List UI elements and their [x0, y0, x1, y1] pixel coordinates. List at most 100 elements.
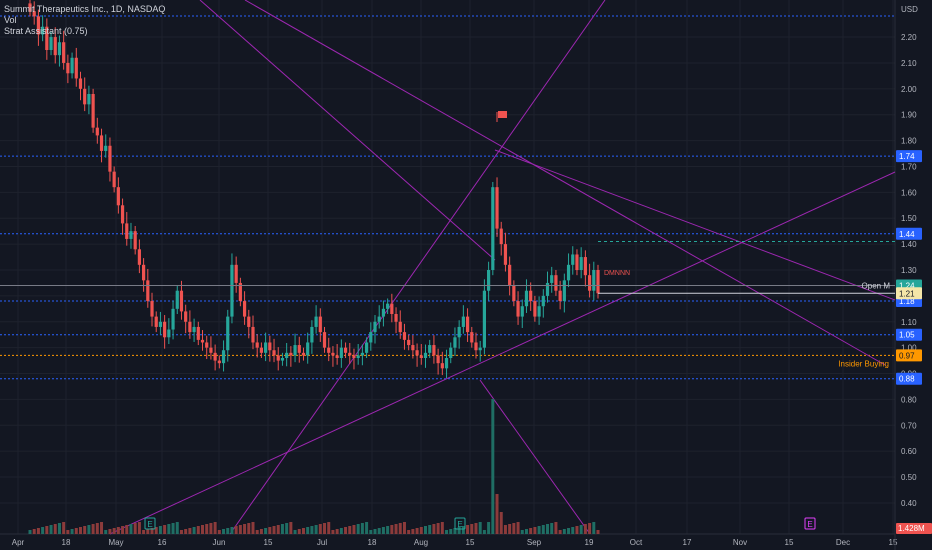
candle-body	[390, 303, 394, 314]
volume-bar	[583, 524, 587, 534]
candle-body	[230, 264, 234, 317]
volume-bar	[268, 527, 272, 534]
volume-bar	[70, 529, 74, 534]
volume-bar	[436, 523, 440, 534]
level-tag: 0.97	[899, 351, 915, 360]
candle-body	[482, 290, 486, 348]
x-tick-label: 16	[158, 538, 167, 547]
y-tick-label: 1.60	[901, 188, 917, 197]
candle-body	[562, 280, 566, 302]
volume-bar	[386, 526, 390, 534]
volume-bar	[297, 529, 301, 534]
volume-bar	[259, 529, 263, 534]
candle-body	[314, 316, 318, 327]
candle-body	[112, 171, 116, 188]
candle-body	[373, 321, 377, 333]
candle-body	[146, 280, 150, 302]
volume-bar	[272, 526, 276, 534]
volume-bar	[163, 525, 167, 534]
candle-body	[104, 145, 108, 151]
candle-body	[432, 345, 436, 356]
candle-body	[423, 352, 428, 358]
candle-body	[444, 358, 449, 369]
volume-bar	[423, 526, 427, 534]
candle-body	[116, 187, 120, 206]
volume-bar	[104, 530, 108, 534]
candle-body	[436, 355, 440, 364]
candle-body	[268, 342, 272, 351]
volume-bar	[373, 529, 377, 534]
volume-bar	[62, 522, 66, 534]
x-tick-label: 18	[62, 538, 71, 547]
volume-bar	[238, 525, 242, 534]
candle-body	[150, 301, 154, 317]
candle-body	[158, 321, 163, 327]
x-tick-label: 15	[785, 538, 794, 547]
symbol-title[interactable]: Summit Therapeutics Inc., 1D, NASDAQ	[4, 4, 165, 15]
candle-body	[57, 42, 62, 56]
volume-bar	[487, 522, 491, 534]
volume-bar	[314, 525, 318, 534]
volume-bar	[449, 529, 453, 534]
candle-body	[579, 257, 583, 270]
y-tick-label: 1.50	[901, 214, 917, 223]
candle-body	[499, 228, 503, 245]
candle-body	[352, 355, 356, 358]
candle-body	[533, 301, 537, 317]
candle-body	[331, 352, 335, 356]
candle-body	[495, 187, 499, 229]
volume-legend[interactable]: Vol	[4, 15, 165, 26]
candle-body	[407, 339, 411, 346]
volume-bar	[45, 526, 49, 534]
volume-bar	[318, 524, 322, 534]
candle-body	[453, 337, 457, 348]
x-tick-label: Nov	[733, 538, 747, 547]
candle-body	[154, 316, 158, 327]
price-chart[interactable]: 2.20 2.10 2.00 1.90 1.80 1.70 1.60 1.50 1.40 1.30…	[0, 0, 932, 550]
volume-bar	[293, 530, 297, 534]
candle-body	[91, 94, 95, 128]
volume-bar	[217, 530, 221, 534]
candle-body	[66, 62, 70, 74]
candle-body	[217, 360, 221, 364]
candle-body	[520, 306, 524, 317]
x-tick-label: Sep	[527, 538, 542, 547]
volume-bar	[251, 522, 255, 534]
volume-bar	[499, 512, 503, 534]
x-tick-label: Apr	[12, 538, 25, 547]
volume-bar	[222, 529, 226, 534]
candle-body	[171, 308, 175, 330]
volume-bar	[142, 530, 146, 534]
candle-body	[512, 285, 516, 302]
y-tick-label: 0.60	[901, 447, 917, 456]
volume-bar	[344, 527, 348, 534]
candle-body	[78, 78, 83, 89]
candle-body	[87, 94, 91, 105]
candle-body	[571, 254, 575, 265]
candle-body	[541, 295, 545, 307]
volume-bar	[276, 525, 280, 534]
candle-body	[583, 257, 587, 276]
candle-body	[285, 352, 289, 358]
candle-body	[247, 316, 251, 327]
volume-bar	[32, 529, 36, 534]
volume-bar	[146, 529, 150, 534]
candle-body	[474, 342, 478, 351]
candle-body	[465, 316, 470, 333]
indicator-legend[interactable]: Strat Assistant (0.75)	[4, 26, 165, 37]
candle-body	[369, 332, 373, 343]
event-marker-label: E	[807, 520, 812, 529]
candle-body	[381, 308, 386, 317]
volume-bar	[171, 523, 175, 534]
volume-bar	[571, 527, 575, 534]
candle-body	[226, 316, 230, 351]
candle-body	[272, 350, 276, 356]
volume-bar	[508, 524, 512, 534]
candle-body	[188, 321, 192, 333]
candle-body	[120, 205, 125, 224]
volume-bar	[466, 525, 470, 534]
candle-body	[175, 290, 179, 309]
volume-bar	[243, 524, 247, 534]
candle-body	[108, 145, 112, 172]
y-tick-label: 2.20	[901, 33, 917, 42]
